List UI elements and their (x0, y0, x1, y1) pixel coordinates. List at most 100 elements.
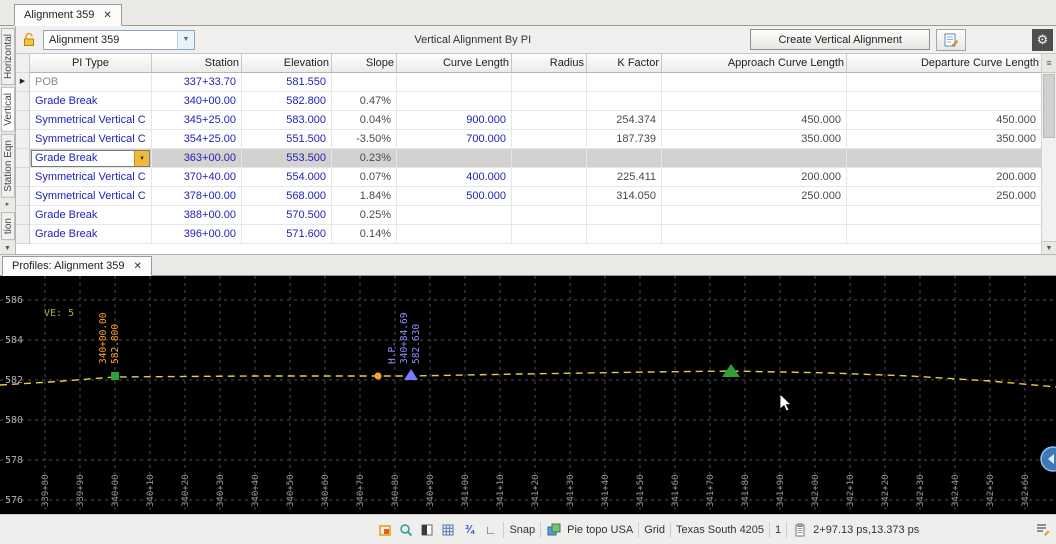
profile-line[interactable] (0, 371, 1056, 387)
grid-cell[interactable] (512, 73, 587, 92)
grid-cell[interactable] (662, 206, 847, 225)
grid-cell[interactable]: 581.550 (242, 73, 332, 92)
grid-cell[interactable]: 0.07% (332, 168, 397, 187)
pi-type-combobox[interactable]: Grade Break▼ (31, 150, 150, 167)
grid-cell[interactable]: 554.000 (242, 168, 332, 187)
vpi-circle-marker[interactable] (374, 372, 381, 379)
pi-type-cell[interactable]: Symmetrical Vertical C (30, 168, 152, 187)
grid-cell[interactable] (512, 206, 587, 225)
grid-cell[interactable]: 0.04% (332, 111, 397, 130)
table-row[interactable]: ▶POB337+33.70581.550 (16, 73, 1041, 92)
grid-cell[interactable]: 0.25% (332, 206, 397, 225)
col-curve-length[interactable]: Curve Length (397, 54, 512, 73)
grid-cell[interactable] (587, 92, 662, 111)
table-row[interactable]: Grade Break▼363+00.00553.5000.23% (16, 149, 1041, 168)
grid-cell[interactable] (662, 92, 847, 111)
pi-type-cell[interactable]: Grade Break (30, 206, 152, 225)
grid-cell[interactable] (847, 206, 1041, 225)
row-selector[interactable] (16, 149, 30, 168)
table-row[interactable]: Symmetrical Vertical C354+25.00551.500-3… (16, 130, 1041, 149)
sidebar-scroll-down-icon[interactable]: ▼ (4, 244, 11, 254)
grid-cell[interactable]: 337+33.70 (152, 73, 242, 92)
grid-cell[interactable]: 0.14% (332, 225, 397, 244)
grid-cell[interactable]: 250.000 (847, 187, 1041, 206)
create-vertical-alignment-button[interactable]: Create Vertical Alignment (750, 29, 930, 50)
grid-cell[interactable]: 450.000 (847, 111, 1041, 130)
table-row[interactable]: Grade Break340+00.00582.8000.47% (16, 92, 1041, 111)
grid-cell[interactable]: 254.374 (587, 111, 662, 130)
table-row[interactable]: Symmetrical Vertical C378+00.00568.0001.… (16, 187, 1041, 206)
grid-cell[interactable]: 350.000 (662, 130, 847, 149)
grid-cell[interactable]: 354+25.00 (152, 130, 242, 149)
row-selector[interactable] (16, 130, 30, 149)
combobox-dropdown-icon[interactable]: ▼ (134, 151, 149, 166)
grid-cell[interactable]: 378+00.00 (152, 187, 242, 206)
grid-cell[interactable] (847, 73, 1041, 92)
grid-cell[interactable]: 583.000 (242, 111, 332, 130)
col-pi-type[interactable]: PI Type (30, 54, 152, 73)
col-k-factor[interactable]: K Factor (587, 54, 662, 73)
grid-cell[interactable]: 551.500 (242, 130, 332, 149)
grid-cell[interactable]: 187.739 (587, 130, 662, 149)
grid-cell[interactable] (512, 187, 587, 206)
gear-icon[interactable]: ⚙ (1032, 29, 1053, 51)
grid-cell[interactable]: 553.500 (242, 149, 332, 168)
grid-cell[interactable] (332, 73, 397, 92)
grid-cell[interactable] (397, 206, 512, 225)
grid-cell[interactable] (512, 149, 587, 168)
col-approach-curve-length[interactable]: Approach Curve Length (662, 54, 847, 73)
acs-toggle-icon[interactable]: ∟ (482, 522, 498, 538)
clipboard-icon[interactable] (792, 522, 808, 538)
scale-toggle-icon[interactable]: ¾ (461, 522, 477, 538)
scrollbar-track[interactable] (1042, 73, 1056, 241)
grid-cell[interactable]: 450.000 (662, 111, 847, 130)
table-row[interactable]: Grade Break396+00.00571.6000.14% (16, 225, 1041, 244)
grid-cell[interactable] (512, 111, 587, 130)
grid-label[interactable]: Grid (644, 524, 665, 536)
sidebar-tab-partial[interactable]: tion (1, 212, 15, 240)
active-model-label[interactable]: Pie topo USA (567, 524, 633, 536)
grid-cell[interactable] (512, 92, 587, 111)
grid-cell[interactable]: 396+00.00 (152, 225, 242, 244)
row-selector[interactable] (16, 206, 30, 225)
grid-cell[interactable]: 345+25.00 (152, 111, 242, 130)
grid-cell[interactable] (587, 225, 662, 244)
col-elevation[interactable]: Elevation (242, 54, 332, 73)
highpoint-triangle-marker[interactable] (404, 369, 418, 380)
table-row[interactable]: Grade Break388+00.00570.5000.25% (16, 206, 1041, 225)
grid-cell[interactable]: 200.000 (847, 168, 1041, 187)
fence-toggle-icon[interactable] (377, 522, 393, 538)
grid-cell[interactable]: 568.000 (242, 187, 332, 206)
grid-cell[interactable]: 570.500 (242, 206, 332, 225)
row-selector[interactable]: ▶ (16, 73, 30, 92)
row-selector[interactable] (16, 111, 30, 130)
grid-cell[interactable] (662, 149, 847, 168)
pi-type-cell[interactable]: Symmetrical Vertical C (30, 111, 152, 130)
grid-cell[interactable] (397, 225, 512, 244)
grid-cell[interactable] (397, 92, 512, 111)
selection-count-label[interactable]: 1 (775, 524, 781, 536)
row-selector[interactable] (16, 187, 30, 206)
grid-cell[interactable]: 314.050 (587, 187, 662, 206)
sidebar-tab-horizontal[interactable]: Horizontal (1, 28, 15, 85)
grid-cell[interactable]: 250.000 (662, 187, 847, 206)
grid-cell[interactable] (587, 149, 662, 168)
snap-mode-label[interactable]: Snap (509, 524, 535, 536)
col-station[interactable]: Station (152, 54, 242, 73)
grid-cell[interactable] (512, 225, 587, 244)
grid-cell[interactable] (847, 149, 1041, 168)
grid-cell[interactable]: 400.000 (397, 168, 512, 187)
grid-cell[interactable]: 900.000 (397, 111, 512, 130)
chevron-down-icon[interactable]: ▼ (177, 31, 194, 49)
grid-cell[interactable]: 340+00.00 (152, 92, 242, 111)
grid-cell[interactable]: 388+00.00 (152, 206, 242, 225)
grid-cell[interactable]: 200.000 (662, 168, 847, 187)
fill-toggle-icon[interactable] (419, 522, 435, 538)
grid-cell[interactable] (847, 225, 1041, 244)
report-icon[interactable] (936, 29, 966, 51)
row-selector[interactable] (16, 92, 30, 111)
scrollbar-thumb[interactable] (1043, 74, 1055, 138)
row-selector[interactable] (16, 225, 30, 244)
grid-cell[interactable] (512, 168, 587, 187)
grid-cell[interactable]: 500.000 (397, 187, 512, 206)
